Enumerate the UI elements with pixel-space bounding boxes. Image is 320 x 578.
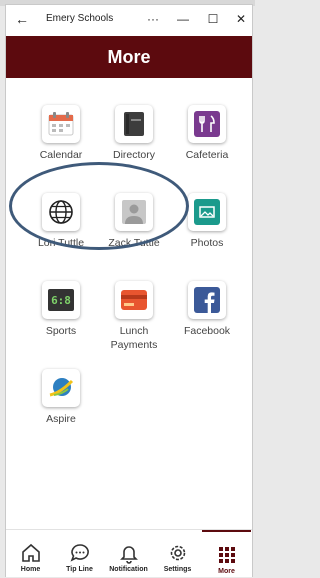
title-bar: ← Emery Schools ··· — ☐ ✕ bbox=[6, 5, 252, 35]
grid-item-label: Directory bbox=[112, 149, 155, 161]
photos-icon bbox=[188, 193, 226, 231]
cafeteria-icon bbox=[188, 105, 226, 143]
grid-item-label: Facebook bbox=[183, 325, 231, 337]
calendar-icon bbox=[42, 105, 80, 143]
bell-icon bbox=[119, 546, 138, 564]
grid-item-sports[interactable]: 6:8 Sports bbox=[25, 281, 97, 338]
tab-settings[interactable]: Settings bbox=[153, 530, 202, 578]
aspire-icon bbox=[42, 369, 80, 407]
grid-item-label: Aspire bbox=[46, 413, 76, 425]
tab-more[interactable]: More bbox=[202, 530, 251, 578]
tab-label: Home bbox=[20, 566, 41, 573]
tab-home[interactable]: Home bbox=[6, 530, 55, 578]
page-header: More bbox=[6, 36, 252, 78]
grid-item-label: Lunch Payments bbox=[110, 325, 158, 351]
grid-item-aspire[interactable]: Aspire bbox=[25, 369, 97, 426]
highlight-circle bbox=[9, 162, 189, 250]
app-window: ← Emery Schools ··· — ☐ ✕ More Calendar bbox=[5, 4, 253, 577]
grid-item-label: Cafeteria bbox=[185, 149, 229, 161]
directory-icon bbox=[115, 105, 153, 143]
tab-notification[interactable]: Notification bbox=[104, 530, 153, 578]
gear-icon bbox=[170, 545, 185, 561]
grid-item-label: Sports bbox=[45, 325, 77, 337]
window-title: Emery Schools bbox=[46, 13, 114, 24]
back-arrow-icon[interactable]: ← bbox=[14, 11, 30, 27]
credit-card-icon bbox=[115, 281, 153, 319]
facebook-icon bbox=[188, 281, 226, 319]
tab-label: Notification bbox=[109, 566, 148, 573]
scoreboard-icon: 6:8 bbox=[42, 281, 80, 319]
grid-item-cafeteria[interactable]: Cafeteria bbox=[171, 105, 243, 162]
tab-label: Settings bbox=[163, 566, 192, 573]
home-icon bbox=[21, 543, 40, 562]
svg-text:6:8: 6:8 bbox=[51, 294, 71, 307]
chat-icon bbox=[70, 544, 89, 562]
grid-item-label: Calendar bbox=[39, 149, 83, 161]
grid-item-label: Photos bbox=[190, 237, 224, 249]
tab-label: Tip Line bbox=[66, 566, 93, 573]
grid-item-lunch-payments[interactable]: Lunch Payments bbox=[98, 281, 170, 352]
bottom-tab-bar: Home Tip Line Notification Settings More bbox=[6, 529, 252, 577]
minimize-button[interactable]: — bbox=[174, 11, 192, 27]
close-button[interactable]: ✕ bbox=[232, 11, 250, 27]
grid-icon bbox=[218, 547, 235, 563]
grid-item-directory[interactable]: Directory bbox=[98, 105, 170, 162]
tab-tip-line[interactable]: Tip Line bbox=[55, 530, 104, 578]
maximize-button[interactable]: ☐ bbox=[204, 11, 222, 27]
tab-label: More bbox=[218, 568, 235, 575]
grid-item-facebook[interactable]: Facebook bbox=[171, 281, 243, 338]
grid-item-calendar[interactable]: Calendar bbox=[25, 105, 97, 162]
more-options-icon[interactable]: ··· bbox=[144, 11, 162, 27]
page-title: More bbox=[107, 46, 151, 67]
